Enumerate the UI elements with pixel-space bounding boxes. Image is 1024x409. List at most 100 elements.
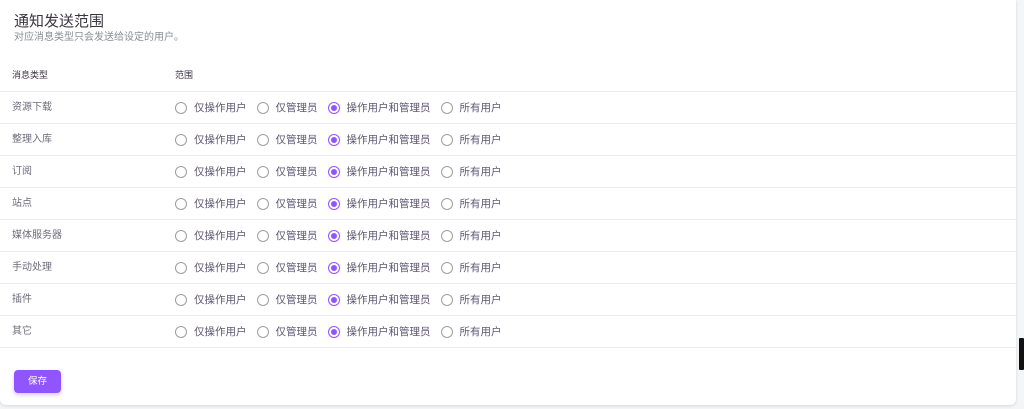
- radio-unchecked-icon[interactable]: [440, 101, 453, 114]
- scope-option[interactable]: 所有用户: [440, 229, 502, 243]
- scope-option-label: 操作用户和管理员: [346, 197, 431, 210]
- radio-checked-icon[interactable]: [327, 197, 340, 210]
- scope-option-label: 操作用户和管理员: [346, 133, 431, 146]
- scope-option-label: 操作用户和管理员: [346, 261, 431, 274]
- scope-option[interactable]: 仅管理员: [256, 197, 318, 211]
- radio-unchecked-icon[interactable]: [175, 133, 187, 146]
- scope-radio-group: 仅操作用户 仅管理员 操作用户和管理员 所有用户: [175, 132, 512, 147]
- scope-option[interactable]: 操作用户和管理员: [327, 165, 431, 179]
- scope-radio-group: 仅操作用户 仅管理员 操作用户和管理员 所有用户: [175, 228, 512, 243]
- table-row: 其它 仅操作用户 仅管理员 操作用户和管理员 所有用户: [0, 316, 1016, 348]
- table-row: 订阅 仅操作用户 仅管理员 操作用户和管理员 所有用户: [0, 156, 1016, 188]
- scope-option-label: 所有用户: [459, 229, 502, 242]
- radio-checked-icon[interactable]: [327, 133, 340, 146]
- table-header: 消息类型 范围: [0, 62, 1016, 92]
- message-type-label: 整理入库: [12, 134, 52, 145]
- scope-option-label: 仅操作用户: [194, 133, 247, 146]
- radio-checked-icon[interactable]: [327, 261, 340, 274]
- radio-unchecked-icon[interactable]: [440, 133, 453, 146]
- radio-unchecked-icon[interactable]: [256, 293, 269, 306]
- scope-option-label: 所有用户: [459, 325, 502, 338]
- scope-option[interactable]: 仅操作用户: [175, 165, 247, 179]
- radio-unchecked-icon[interactable]: [256, 325, 269, 338]
- radio-unchecked-icon[interactable]: [256, 165, 269, 178]
- scope-option[interactable]: 仅操作用户: [175, 101, 247, 115]
- scope-option-label: 仅操作用户: [194, 293, 247, 306]
- message-type-label: 媒体服务器: [12, 230, 62, 241]
- scope-option[interactable]: 操作用户和管理员: [327, 197, 431, 211]
- scope-option[interactable]: 所有用户: [440, 325, 502, 339]
- radio-checked-icon[interactable]: [327, 325, 340, 338]
- radio-unchecked-icon[interactable]: [175, 293, 187, 306]
- radio-unchecked-icon[interactable]: [175, 229, 187, 242]
- scope-option-label: 仅操作用户: [194, 325, 247, 338]
- scrollbar-handle[interactable]: [1019, 338, 1024, 370]
- radio-unchecked-icon[interactable]: [440, 261, 453, 274]
- scope-radio-group: 仅操作用户 仅管理员 操作用户和管理员 所有用户: [175, 164, 512, 179]
- radio-checked-icon[interactable]: [327, 293, 340, 306]
- scope-option-label: 仅操作用户: [194, 197, 247, 210]
- radio-unchecked-icon[interactable]: [256, 133, 269, 146]
- scope-option-label: 仅操作用户: [194, 165, 247, 178]
- radio-unchecked-icon[interactable]: [256, 261, 269, 274]
- scope-option[interactable]: 操作用户和管理员: [327, 325, 431, 339]
- radio-unchecked-icon[interactable]: [256, 101, 269, 114]
- radio-unchecked-icon[interactable]: [175, 101, 187, 114]
- table-row: 手动处理 仅操作用户 仅管理员 操作用户和管理员 所有用户: [0, 252, 1016, 284]
- scope-option[interactable]: 操作用户和管理员: [327, 101, 431, 115]
- scope-radio-group: 仅操作用户 仅管理员 操作用户和管理员 所有用户: [175, 260, 512, 275]
- scope-option[interactable]: 仅管理员: [256, 293, 318, 307]
- radio-checked-icon[interactable]: [327, 165, 340, 178]
- scope-option[interactable]: 仅管理员: [256, 101, 318, 115]
- scope-option[interactable]: 操作用户和管理员: [327, 133, 431, 147]
- scope-option-label: 操作用户和管理员: [346, 293, 431, 306]
- radio-unchecked-icon[interactable]: [440, 197, 453, 210]
- radio-unchecked-icon[interactable]: [175, 165, 187, 178]
- scope-option[interactable]: 仅管理员: [256, 133, 318, 147]
- scope-option[interactable]: 操作用户和管理员: [327, 229, 431, 243]
- message-type-label: 站点: [12, 198, 32, 209]
- scope-radio-group: 仅操作用户 仅管理员 操作用户和管理员 所有用户: [175, 100, 512, 115]
- save-button[interactable]: 保存: [14, 370, 61, 393]
- table-row: 整理入库 仅操作用户 仅管理员 操作用户和管理员 所有用户: [0, 124, 1016, 156]
- scope-option[interactable]: 所有用户: [440, 101, 502, 115]
- radio-checked-icon[interactable]: [327, 229, 340, 242]
- radio-unchecked-icon[interactable]: [175, 325, 187, 338]
- scope-option[interactable]: 仅操作用户: [175, 197, 247, 211]
- radio-checked-icon[interactable]: [327, 101, 340, 114]
- scope-option[interactable]: 仅操作用户: [175, 133, 247, 147]
- radio-unchecked-icon[interactable]: [175, 197, 187, 210]
- scope-option[interactable]: 所有用户: [440, 197, 502, 211]
- message-type-label: 插件: [12, 294, 32, 305]
- scope-option[interactable]: 仅操作用户: [175, 293, 247, 307]
- scope-radio-group: 仅操作用户 仅管理员 操作用户和管理员 所有用户: [175, 324, 512, 339]
- scope-option[interactable]: 所有用户: [440, 165, 502, 179]
- scope-option[interactable]: 所有用户: [440, 261, 502, 275]
- scope-option[interactable]: 所有用户: [440, 293, 502, 307]
- table-row: 插件 仅操作用户 仅管理员 操作用户和管理员 所有用户: [0, 284, 1016, 316]
- scope-option[interactable]: 仅操作用户: [175, 229, 247, 243]
- radio-unchecked-icon[interactable]: [440, 229, 453, 242]
- radio-unchecked-icon[interactable]: [440, 325, 453, 338]
- scope-option[interactable]: 所有用户: [440, 133, 502, 147]
- scope-radio-group: 仅操作用户 仅管理员 操作用户和管理员 所有用户: [175, 292, 512, 307]
- scope-option[interactable]: 仅管理员: [256, 165, 318, 179]
- scope-option[interactable]: 仅操作用户: [175, 325, 247, 339]
- scope-option[interactable]: 仅管理员: [256, 261, 318, 275]
- message-type-label: 订阅: [12, 166, 32, 177]
- radio-unchecked-icon[interactable]: [256, 197, 269, 210]
- scope-option-label: 所有用户: [459, 133, 502, 146]
- radio-unchecked-icon[interactable]: [440, 165, 453, 178]
- scope-option[interactable]: 仅管理员: [256, 229, 318, 243]
- scope-option[interactable]: 操作用户和管理员: [327, 261, 431, 275]
- radio-unchecked-icon[interactable]: [256, 229, 269, 242]
- scope-option-label: 操作用户和管理员: [346, 101, 431, 114]
- radio-unchecked-icon[interactable]: [440, 293, 453, 306]
- page-title: 通知发送范围: [14, 12, 105, 30]
- table-row: 资源下载 仅操作用户 仅管理员 操作用户和管理员 所有用户: [0, 92, 1016, 124]
- scope-option[interactable]: 仅管理员: [256, 325, 318, 339]
- scope-option[interactable]: 仅操作用户: [175, 261, 247, 275]
- scope-option-label: 所有用户: [459, 293, 502, 306]
- scope-option[interactable]: 操作用户和管理员: [327, 293, 431, 307]
- radio-unchecked-icon[interactable]: [175, 261, 187, 274]
